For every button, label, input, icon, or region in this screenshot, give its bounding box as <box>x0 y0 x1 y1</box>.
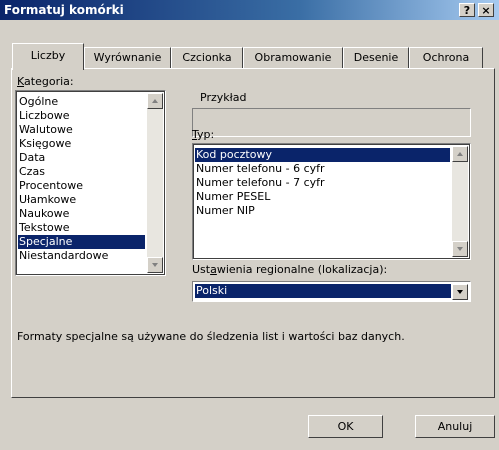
sample-label: Przykład <box>198 91 249 104</box>
region-dropdown-button[interactable] <box>452 284 468 300</box>
tab-ochrona[interactable]: Ochrona <box>409 47 483 69</box>
arrow-up-icon <box>457 152 463 156</box>
list-item[interactable]: Czas <box>19 165 45 179</box>
category-scrollbar[interactable] <box>147 93 163 273</box>
list-item[interactable]: Numer NIP <box>196 204 255 218</box>
arrow-up-icon <box>152 99 158 103</box>
list-item[interactable]: Numer PESEL <box>196 190 270 204</box>
cancel-button[interactable]: Anuluj <box>415 415 495 438</box>
sample-preview <box>192 108 471 137</box>
type-label: Typ: <box>192 128 215 141</box>
scroll-up-button[interactable] <box>147 93 163 109</box>
tab-desenie[interactable]: Desenie <box>343 47 409 69</box>
arrow-down-icon <box>457 247 463 251</box>
list-item[interactable]: Naukowe <box>19 207 69 221</box>
list-item[interactable]: Liczbowe <box>19 109 69 123</box>
list-item[interactable]: Księgowe <box>19 137 71 151</box>
list-item[interactable]: Walutowe <box>19 123 73 137</box>
ok-button[interactable]: OK <box>308 415 383 438</box>
list-item[interactable]: Data <box>19 151 45 165</box>
scroll-down-button[interactable] <box>452 241 468 257</box>
list-item-selected[interactable]: Kod pocztowy <box>195 148 450 162</box>
tab-liczby[interactable]: Liczby <box>12 43 84 70</box>
list-item[interactable]: Tekstowe <box>19 221 70 235</box>
list-item[interactable]: Niestandardowe <box>19 249 108 263</box>
window-title: Formatuj komórki <box>4 3 124 17</box>
list-item[interactable]: Numer telefonu - 6 cyfr <box>196 162 325 176</box>
region-label: Ustawienia regionalne (lokalizacja): <box>192 263 388 276</box>
list-item[interactable]: Numer telefonu - 7 cyfr <box>196 176 325 190</box>
region-combobox[interactable]: Polski <box>192 281 471 302</box>
type-listbox[interactable]: Kod pocztowy Numer telefonu - 6 cyfr Num… <box>192 143 471 260</box>
tab-wyrownanie[interactable]: Wyrównanie <box>84 47 171 69</box>
region-value: Polski <box>195 284 451 298</box>
close-button[interactable]: × <box>478 3 494 17</box>
description-text: Formaty specjalne są używane do śledzeni… <box>17 330 405 343</box>
scroll-up-button[interactable] <box>452 146 468 162</box>
chevron-down-icon <box>457 290 463 294</box>
list-item[interactable]: Ułamkowe <box>19 193 76 207</box>
type-scrollbar[interactable] <box>452 146 468 257</box>
list-item[interactable]: Ogólne <box>19 95 58 109</box>
category-label: Kategoria: <box>17 75 74 88</box>
scroll-down-button[interactable] <box>147 257 163 273</box>
help-button[interactable]: ? <box>459 3 475 17</box>
arrow-down-icon <box>152 263 158 267</box>
list-item[interactable]: Procentowe <box>19 179 83 193</box>
tab-czcionka[interactable]: Czcionka <box>171 47 243 69</box>
list-item-selected[interactable]: Specjalne <box>18 235 145 249</box>
category-listbox[interactable]: Ogólne Liczbowe Walutowe Księgowe Data C… <box>15 90 166 276</box>
tab-obramowanie[interactable]: Obramowanie <box>243 47 343 69</box>
